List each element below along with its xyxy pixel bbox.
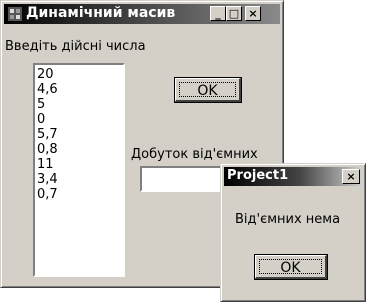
dialog-title: Project1 [227, 168, 289, 183]
list-item[interactable]: 5,7 [35, 127, 123, 142]
maximize-button[interactable]: □ [226, 6, 242, 21]
window-title: Динамічний масив [26, 5, 176, 21]
close-button[interactable]: × [245, 6, 261, 21]
list-item[interactable]: 3,4 [35, 172, 123, 187]
list-item[interactable]: 0 [35, 112, 123, 127]
ok-button[interactable]: OK [174, 77, 242, 103]
list-item[interactable]: 4,6 [35, 82, 123, 97]
list-item[interactable]: 20 [35, 67, 123, 82]
product-label: Добуток від'ємних [131, 147, 258, 162]
dialog-ok-button[interactable]: OK [254, 254, 328, 280]
minimize-button[interactable]: _ [210, 6, 226, 21]
title-bar[interactable]: Динамічний масив _ □ × [4, 4, 280, 24]
dialog-title-bar[interactable]: Project1 × [224, 167, 362, 186]
list-item[interactable]: 5 [35, 97, 123, 112]
list-item[interactable]: 0,7 [35, 187, 123, 202]
list-item[interactable]: 0,8 [35, 142, 123, 157]
numbers-listbox[interactable]: 20 4,6 5 0 5,7 0,8 11 3,4 0,7 [32, 62, 126, 278]
dialog-close-button[interactable]: × [342, 169, 360, 184]
dialog-ok-label: OK [280, 260, 301, 276]
dialog-message: Від'ємних нема [235, 212, 341, 227]
app-icon [8, 7, 22, 21]
prompt-label: Введіть дійсні числа [5, 39, 146, 54]
message-dialog: Project1 × Від'ємних нема OK [220, 163, 366, 302]
list-item[interactable]: 11 [35, 157, 123, 172]
ok-button-label: OK [197, 83, 218, 99]
